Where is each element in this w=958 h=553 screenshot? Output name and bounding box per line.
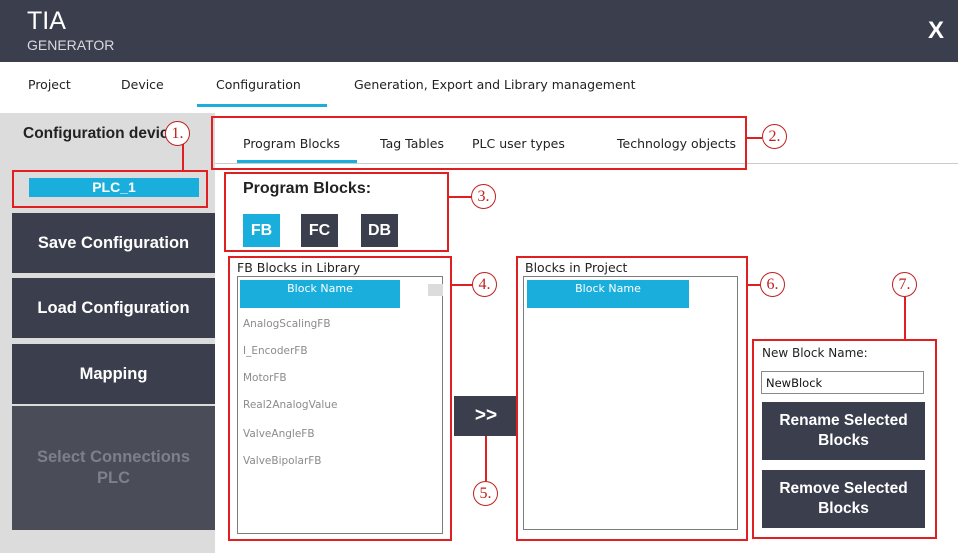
select-connections-plc-button: Select Connections PLC [12,406,215,530]
annotation-line-5 [485,436,487,481]
project-column-header[interactable]: Block Name [527,280,689,308]
db-button[interactable]: DB [361,214,398,247]
annotation-label-4: 4. [472,272,497,297]
annotation-label-6: 6. [760,272,785,297]
device-selector[interactable]: PLC_1 [29,178,199,197]
close-icon[interactable]: X [918,14,954,48]
list-item[interactable]: AnalogScalingFB [243,318,331,330]
annotation-label-2: 2. [762,124,787,149]
list-item[interactable]: ValveAngleFB [243,428,315,440]
tab-generation-export[interactable]: Generation, Export and Library managemen… [354,77,635,92]
subtab-technology-objects[interactable]: Technology objects [617,136,736,151]
list-item[interactable]: I_EncoderFB [243,345,308,357]
annotation-line-7 [904,297,906,340]
new-block-name-label: New Block Name: [762,346,868,360]
transfer-button[interactable]: >> [454,396,518,436]
select-connections-plc-label: Select Connections PLC [36,448,191,487]
config-device-label: Configuration device: [23,125,183,142]
annotation-label-3: 3. [471,184,496,209]
rename-selected-blocks-button[interactable]: Rename Selected Blocks [762,402,925,460]
library-column-header[interactable]: Block Name [240,280,400,308]
annotation-label-1: 1. [165,121,190,146]
annotation-label-7: 7. [892,272,917,297]
subtab-plc-user-types[interactable]: PLC user types [472,136,565,151]
fc-button[interactable]: FC [301,214,338,247]
list-item[interactable]: Real2AnalogValue [243,399,337,411]
annotation-line-3 [449,196,471,198]
annotation-line-4 [452,284,472,286]
load-configuration-button[interactable]: Load Configuration [12,278,215,338]
project-group-label: Blocks in Project [525,260,628,275]
fb-button[interactable]: FB [243,214,280,247]
app-logo-subtitle: GENERATOR [27,37,115,53]
subtab-divider [215,163,958,164]
tab-project[interactable]: Project [28,77,71,92]
annotation-label-5: 5. [473,481,498,506]
list-item[interactable]: ValveBipolarFB [243,455,322,467]
active-subtab-indicator [237,160,357,163]
annotation-line-2 [747,137,762,139]
project-list[interactable] [523,276,738,530]
remove-button-label: Remove Selected Blocks [779,480,908,517]
tab-configuration[interactable]: Configuration [216,77,301,92]
subtab-tag-tables[interactable]: Tag Tables [380,136,444,151]
mapping-button[interactable]: Mapping [12,344,215,404]
rename-button-label: Rename Selected Blocks [779,412,908,449]
list-item[interactable]: MotorFB [243,372,287,384]
save-configuration-button[interactable]: Save Configuration [12,213,215,273]
library-scrollbar[interactable] [428,284,443,296]
subtab-program-blocks[interactable]: Program Blocks [243,136,340,151]
app-logo-title: TIA [27,7,66,35]
program-blocks-label: Program Blocks: [243,180,372,197]
remove-selected-blocks-button[interactable]: Remove Selected Blocks [762,470,925,528]
title-bar [0,0,958,62]
active-tab-indicator [197,104,327,107]
annotation-line-6 [748,284,760,286]
library-group-label: FB Blocks in Library [237,260,361,275]
tab-device[interactable]: Device [121,77,164,92]
annotation-line-1 [182,144,184,172]
new-block-name-input[interactable] [761,371,924,394]
